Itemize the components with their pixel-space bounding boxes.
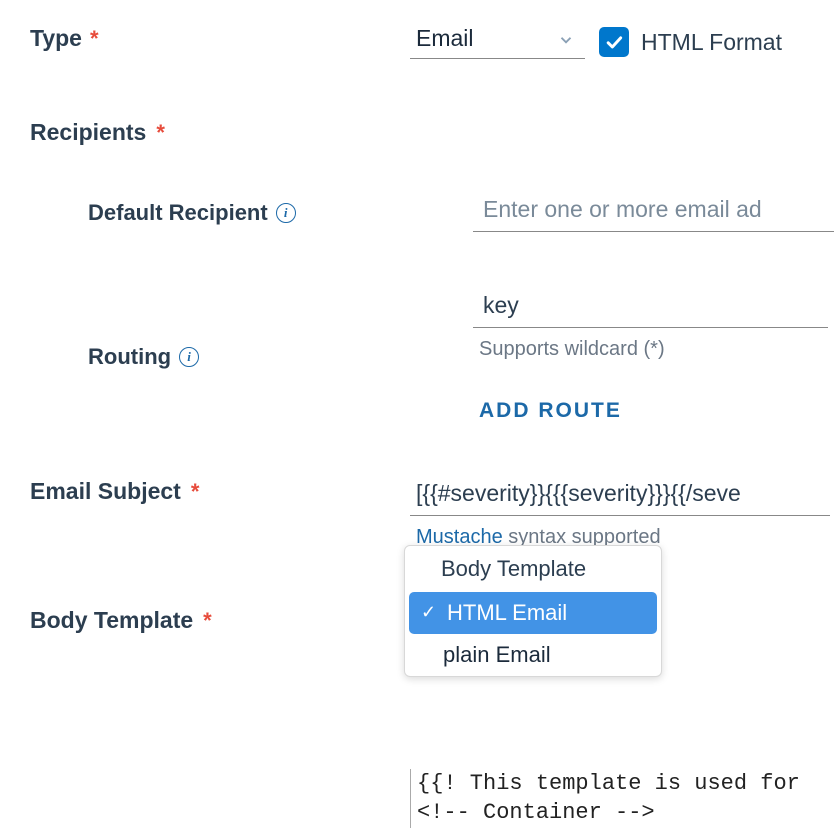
code-line: {{! This template is used for <box>417 771 800 796</box>
check-icon: ✓ <box>421 602 439 623</box>
required-asterisk: * <box>156 120 165 146</box>
type-select[interactable]: Email <box>410 25 585 59</box>
type-row: Type * Email HTML Format <box>30 25 834 59</box>
dropdown-option-label: HTML Email <box>447 600 567 626</box>
routing-label: Routing i <box>88 344 473 370</box>
routing-helper-text: Supports wildcard (*) <box>473 338 828 361</box>
default-recipient-field <box>473 194 834 232</box>
required-asterisk: * <box>203 608 212 634</box>
default-recipient-label: Default Recipient i <box>88 200 473 226</box>
recipients-label-text: Recipients <box>30 119 146 146</box>
dropdown-option-plain-email[interactable]: ✓ plain Email <box>405 634 661 676</box>
html-format-checkbox[interactable] <box>599 27 629 57</box>
body-template-dropdown: Body Template ✓ HTML Email ✓ plain Email <box>404 545 662 677</box>
body-template-code-preview: {{! This template is used for <!-- Conta… <box>410 769 800 828</box>
recipients-header: Recipients * <box>30 119 834 146</box>
add-route-button[interactable]: ADD ROUTE <box>473 399 828 423</box>
dropdown-option-html-email[interactable]: ✓ HTML Email <box>409 592 657 634</box>
type-label: Type * <box>30 25 410 52</box>
email-subject-label-text: Email Subject <box>30 478 181 505</box>
type-label-text: Type <box>30 25 82 52</box>
body-template-label-text: Body Template <box>30 607 193 634</box>
body-template-row: Body Template * Body Template ✓ HTML Ema… <box>30 607 834 634</box>
default-recipient-label-text: Default Recipient <box>88 200 268 226</box>
routing-label-text: Routing <box>88 344 171 370</box>
routing-key-input[interactable] <box>473 290 828 328</box>
dropdown-option-label: plain Email <box>443 642 551 668</box>
info-icon[interactable]: i <box>179 347 199 367</box>
required-asterisk: * <box>90 26 99 52</box>
default-recipient-row: Default Recipient i <box>88 194 834 232</box>
check-icon <box>604 32 624 52</box>
body-template-label: Body Template * <box>30 607 410 634</box>
required-asterisk: * <box>191 479 200 505</box>
email-subject-input[interactable] <box>410 478 830 516</box>
type-select-value: Email <box>416 25 474 52</box>
default-recipient-input[interactable] <box>473 194 834 232</box>
email-subject-field: Mustache syntax supported <box>410 478 834 549</box>
chevron-down-icon <box>557 31 575 49</box>
email-subject-row: Email Subject * Mustache syntax supporte… <box>30 478 834 549</box>
email-subject-label: Email Subject * <box>30 478 410 505</box>
dropdown-header: Body Template <box>405 546 661 592</box>
info-icon[interactable]: i <box>276 203 296 223</box>
type-controls: Email HTML Format <box>410 25 782 59</box>
routing-row: Routing i Supports wildcard (*) ADD ROUT… <box>88 290 834 423</box>
html-format-label: HTML Format <box>641 29 782 56</box>
code-line: <!-- Container --> <box>417 800 655 825</box>
routing-field: Supports wildcard (*) ADD ROUTE <box>473 290 828 423</box>
